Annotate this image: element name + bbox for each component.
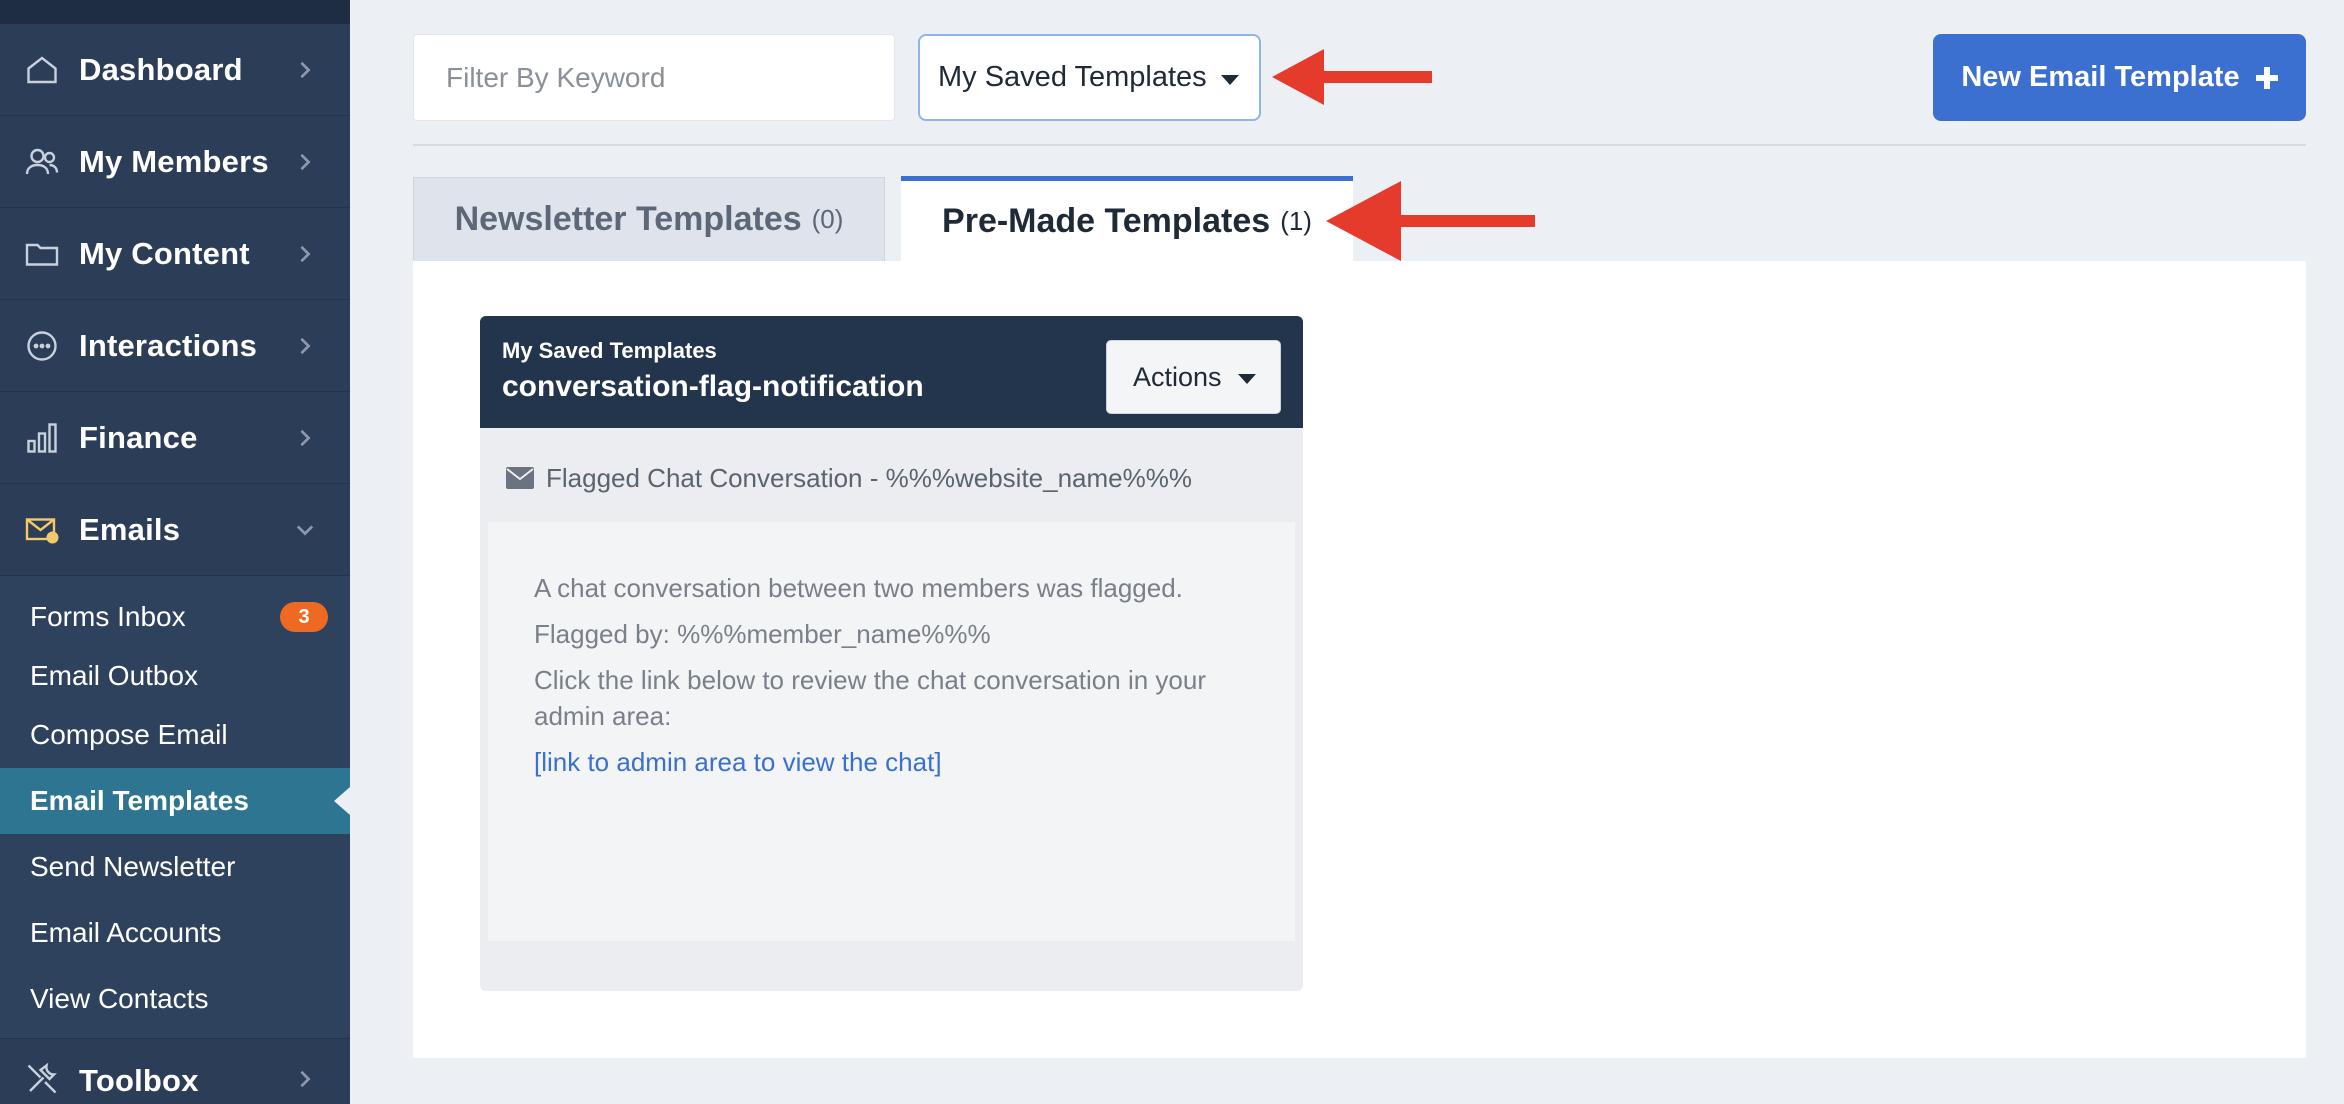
preview-line: Flagged by: %%%member_name%%% (534, 619, 991, 649)
caret-down-icon (1221, 74, 1239, 85)
nav-item-interactions[interactable]: Interactions (0, 300, 350, 392)
nav-label: My Members (79, 143, 269, 179)
chat-icon (27, 330, 57, 361)
sidebar-item-email-outbox[interactable]: Email Outbox (0, 650, 350, 702)
caret-down-icon (1238, 374, 1256, 384)
nav-label: Emails (79, 511, 181, 547)
nav-label: My Content (79, 235, 250, 271)
sidebar-item-email-accounts[interactable]: Email Accounts (0, 900, 350, 966)
nav-label: Toolbox (79, 1063, 199, 1098)
nav-item-dashboard[interactable]: Dashboard (0, 24, 350, 116)
nav-item-toolbox[interactable]: Toolbox (0, 1038, 350, 1104)
select-value: My Saved Templates (938, 61, 1207, 93)
nav-label: Finance (79, 419, 198, 455)
plus-icon (2255, 66, 2278, 89)
envelope-icon (506, 467, 534, 489)
sidebar-item-label: Email Templates (30, 785, 249, 816)
tools-icon (27, 1062, 57, 1094)
tab-label: Pre-Made Templates (942, 201, 1271, 240)
sidebar-item-label: Email Accounts (30, 917, 222, 948)
template-subject: Flagged Chat Conversation - %%%website_n… (480, 440, 1303, 516)
sidebar-item-label: Send Newsletter (30, 851, 236, 882)
subject-text: Flagged Chat Conversation - %%%website_n… (546, 462, 1192, 493)
annotation-arrow-icon (1272, 49, 1432, 105)
actions-label: Actions (1133, 361, 1222, 392)
sidebar-item-view-contacts[interactable]: View Contacts (0, 966, 350, 1032)
admin-chat-link[interactable]: [link to admin area to view the chat] (534, 744, 1249, 780)
sidebar-item-send-newsletter[interactable]: Send Newsletter (0, 834, 350, 900)
email-icon (25, 517, 59, 543)
home-icon (27, 55, 57, 83)
filter-keyword-input[interactable] (413, 34, 895, 121)
chevron-right-icon (300, 61, 311, 78)
emails-submenu: Forms Inbox 3 Email Outbox Compose Email… (0, 576, 350, 1038)
sidebar-item-label: Email Outbox (30, 660, 199, 691)
count-badge: 3 (280, 602, 328, 632)
nav-item-my-members[interactable]: My Members (0, 116, 350, 208)
template-category: My Saved Templates (502, 338, 717, 363)
tab-label: Newsletter Templates (454, 200, 802, 238)
chevron-right-icon (300, 1070, 311, 1088)
sidebar-item-email-templates[interactable]: Email Templates (0, 768, 350, 834)
chevron-right-icon (300, 245, 311, 262)
nav-label: Interactions (79, 327, 258, 363)
template-name: conversation-flag-notification (502, 370, 924, 403)
tab-pre-made-templates[interactable]: Pre-Made Templates (1) (901, 176, 1353, 261)
nav-label: Dashboard (79, 51, 243, 87)
template-source-select[interactable]: My Saved Templates (918, 34, 1261, 121)
preview-line: Click the link below to review the chat … (534, 665, 1206, 731)
actions-dropdown-button[interactable]: Actions (1106, 340, 1281, 414)
sidebar-item-label: View Contacts (30, 983, 209, 1014)
chevron-right-icon (300, 429, 311, 446)
chevron-right-icon (300, 153, 311, 170)
template-card: My Saved Templates conversation-flag-not… (480, 316, 1303, 991)
tab-count: (1) (1280, 205, 1312, 236)
chevron-down-icon (296, 524, 314, 536)
annotation-arrow-icon (1326, 181, 1535, 261)
new-email-template-button[interactable]: New Email Template (1933, 34, 2306, 121)
folder-icon (25, 243, 59, 266)
nav-item-my-content[interactable]: My Content (0, 208, 350, 300)
sidebar-item-forms-inbox[interactable]: Forms Inbox 3 (0, 584, 350, 650)
chevron-right-icon (300, 337, 311, 354)
sidebar-item-label: Compose Email (30, 719, 228, 750)
sidebar-item-compose-email[interactable]: Compose Email (0, 702, 350, 768)
toolbar-divider (413, 144, 2306, 146)
sidebar-top-strip (0, 0, 350, 24)
preview-line: A chat conversation between two members … (534, 573, 1183, 603)
template-card-header: My Saved Templates conversation-flag-not… (480, 316, 1303, 428)
tab-newsletter-templates[interactable]: Newsletter Templates (0) (413, 177, 885, 261)
tab-count: (0) (811, 204, 844, 234)
template-preview: A chat conversation between two members … (488, 522, 1295, 941)
bar-chart-icon (27, 422, 57, 453)
users-icon (25, 148, 59, 174)
nav-item-emails[interactable]: Emails (0, 484, 350, 576)
sidebar: Dashboard My Members My Content Interact… (0, 0, 350, 1104)
nav-item-finance[interactable]: Finance (0, 392, 350, 484)
new-template-label: New Email Template (1961, 61, 2240, 93)
sidebar-item-label: Forms Inbox (30, 601, 186, 632)
